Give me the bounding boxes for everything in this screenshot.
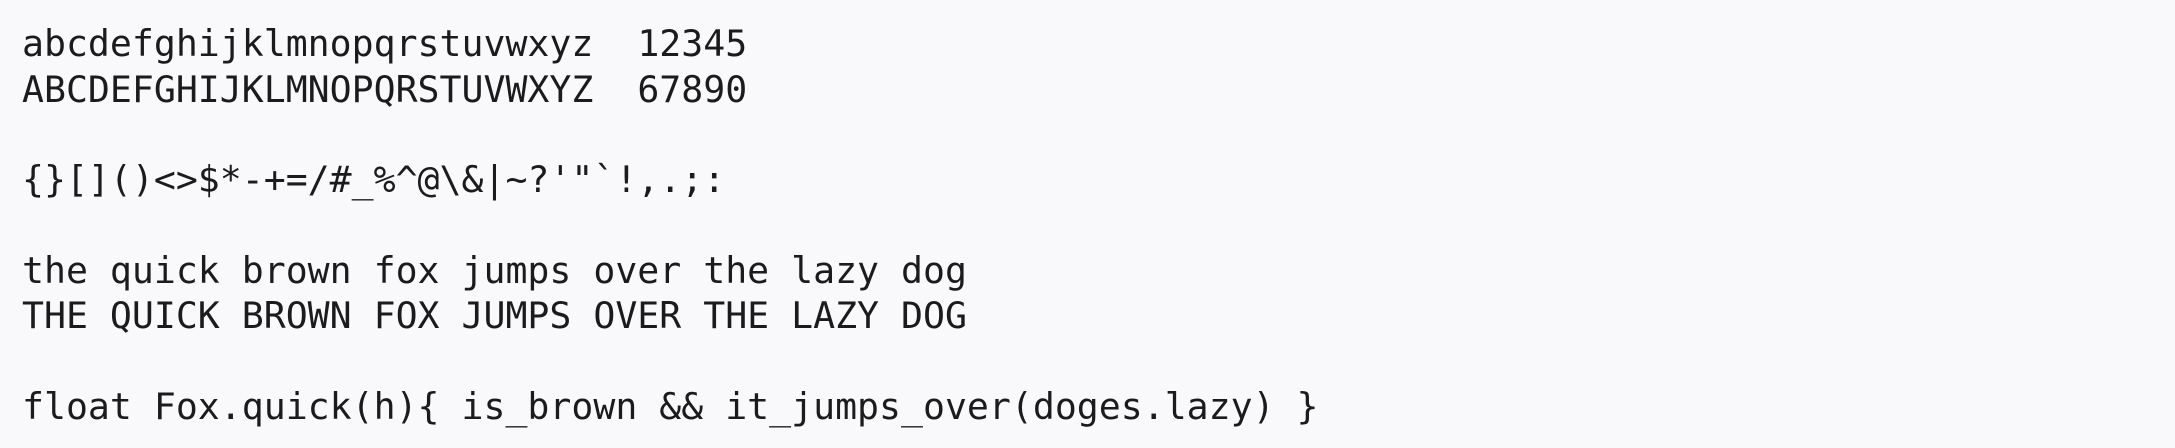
uppercase-alphabet: ABCDEFGHIJKLMNOPQRSTUVWXYZ [22, 68, 594, 111]
digits-first-half: 12345 [637, 22, 748, 65]
lowercase-line: abcdefghijklmnopqrstuvwxyz 12345 [22, 21, 747, 67]
lowercase-alphabet: abcdefghijklmnopqrstuvwxyz [22, 22, 594, 65]
digits-second-half: 67890 [637, 68, 748, 111]
pangram-uppercase: THE QUICK BROWN FOX JUMPS OVER THE LAZY … [22, 294, 967, 337]
font-specimen: abcdefghijklmnopqrstuvwxyz 12345 ABCDEFG… [22, 0, 2162, 448]
code-sample: float Fox.quick(h){ is_brown && it_jumps… [22, 385, 1319, 428]
uppercase-line: ABCDEFGHIJKLMNOPQRSTUVWXYZ 67890 [22, 67, 747, 113]
symbols-line: {}[]()<>$*-+=/#_%^@\&|~?'"`!,.;: [22, 158, 726, 201]
pangram-lowercase: the quick brown fox jumps over the lazy … [22, 249, 967, 292]
